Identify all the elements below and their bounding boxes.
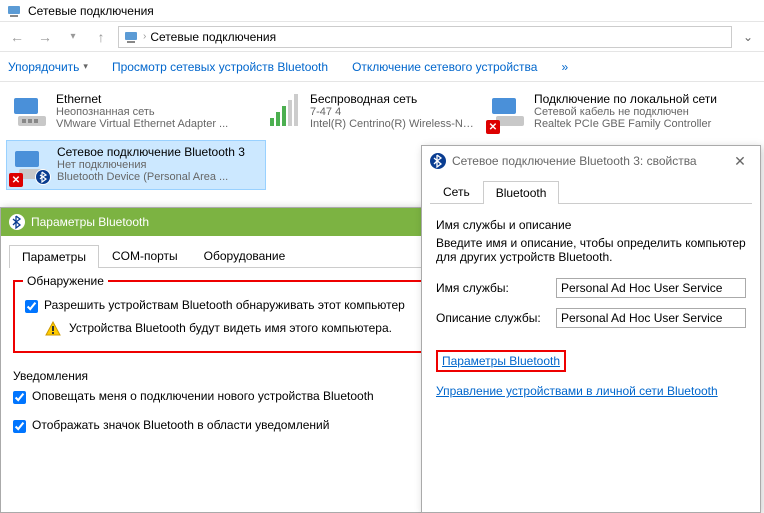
checkbox-label: Отображать значок Bluetooth в области ув… (32, 418, 329, 432)
ethernet-icon (10, 92, 50, 132)
bluetooth-settings-dialog: Параметры Bluetooth ✕ Параметры COM-порт… (0, 207, 469, 513)
chevron-down-icon: ▾ (83, 61, 88, 72)
warning-row: Устройства Bluetooth будут видеть имя эт… (45, 321, 444, 337)
back-button[interactable]: ← (6, 26, 28, 48)
window-titlebar: Сетевые подключения (0, 0, 764, 22)
manage-pan-devices-link[interactable]: Управление устройствами в личной сети Bl… (436, 384, 718, 398)
connection-bluetooth[interactable]: ✕ Сетевое подключение Bluetooth 3 Нет по… (6, 140, 266, 190)
checkbox-input[interactable] (13, 420, 26, 433)
service-name-label: Имя службы: (436, 281, 556, 295)
connection-status: Сетевой кабель не подключен (534, 106, 720, 118)
tab-content: Обнаружение Разрешить устройствам Blueto… (1, 268, 468, 467)
service-desc-row: Описание службы: (436, 308, 746, 328)
checkbox-label: Оповещать меня о подключении нового устр… (32, 389, 374, 403)
connection-status: Неопознанная сеть (56, 106, 252, 118)
forward-button[interactable]: → (34, 26, 56, 48)
service-name-row: Имя службы: (436, 278, 746, 298)
breadcrumb-item[interactable]: Сетевые подключения (150, 30, 276, 44)
connection-ethernet[interactable]: Ethernet Неопознанная сеть VMware Virtua… (6, 88, 256, 136)
breadcrumb[interactable]: › Сетевые подключения (118, 26, 732, 48)
connection-device: Bluetooth Device (Personal Area ... (57, 171, 261, 183)
checkbox-input[interactable] (25, 300, 38, 313)
service-desc-input[interactable] (556, 308, 746, 328)
bluetooth-icon (9, 214, 25, 230)
section-heading: Имя службы и описание (436, 218, 746, 232)
up-button[interactable]: ↑ (90, 26, 112, 48)
section-description: Введите имя и описание, чтобы определить… (436, 236, 746, 264)
chevron-right-icon: › (143, 31, 146, 42)
checkbox-label: Разрешить устройствам Bluetooth обнаружи… (44, 298, 405, 312)
notifications-group: Уведомления Оповещать меня о подключении… (13, 365, 456, 443)
bluetooth-badge-icon (35, 169, 51, 185)
group-title: Уведомления (13, 369, 456, 383)
tab-bluetooth[interactable]: Bluetooth (483, 181, 560, 204)
bluetooth-icon (430, 153, 446, 169)
connection-device: Intel(R) Centrino(R) Wireless-N 130 (310, 118, 476, 130)
service-desc-label: Описание службы: (436, 311, 556, 325)
tab-hardware[interactable]: Оборудование (191, 244, 299, 267)
tab-network[interactable]: Сеть (430, 180, 483, 203)
breadcrumb-dropdown[interactable]: ⌄ (738, 30, 758, 44)
bluetooth-connection-icon: ✕ (11, 145, 51, 185)
connection-wifi[interactable]: Беспроводная сеть 7-47 4 Intel(R) Centri… (260, 88, 480, 136)
warning-text: Устройства Bluetooth будут видеть имя эт… (69, 321, 392, 337)
network-icon (123, 29, 139, 45)
connection-name: Подключение по локальной сети (534, 92, 720, 106)
connection-name: Ethernet (56, 92, 252, 106)
ethernet-icon: ✕ (488, 92, 528, 132)
dialog-titlebar: Параметры Bluetooth ✕ (1, 208, 468, 236)
network-icon (6, 3, 22, 19)
connection-name: Беспроводная сеть (310, 92, 476, 106)
checkbox-input[interactable] (13, 391, 26, 404)
nav-bar: ← → ▾ ↑ › Сетевые подключения ⌄ (0, 22, 764, 52)
discovery-group: Обнаружение Разрешить устройствам Blueto… (13, 280, 456, 353)
wifi-icon (264, 92, 304, 132)
tab-parameters[interactable]: Параметры (9, 245, 99, 268)
connection-lan[interactable]: ✕ Подключение по локальной сети Сетевой … (484, 88, 724, 136)
view-bt-devices-button[interactable]: Просмотр сетевых устройств Bluetooth (112, 60, 328, 74)
allow-discovery-checkbox[interactable]: Разрешить устройствам Bluetooth обнаружи… (25, 298, 444, 313)
command-bar: Упорядочить ▾ Просмотр сетевых устройств… (0, 52, 764, 82)
organize-label: Упорядочить (8, 60, 79, 74)
more-commands-button[interactable]: » (561, 60, 568, 74)
connection-name: Сетевое подключение Bluetooth 3 (57, 145, 261, 159)
organize-button[interactable]: Упорядочить ▾ (8, 60, 88, 74)
connection-status: Нет подключения (57, 159, 261, 171)
close-button[interactable]: ✕ (728, 153, 752, 170)
bluetooth-settings-link[interactable]: Параметры Bluetooth (436, 350, 566, 372)
show-tray-icon-checkbox[interactable]: Отображать значок Bluetooth в области ув… (13, 418, 456, 433)
tab-strip: Параметры COM-порты Оборудование (9, 244, 460, 268)
warning-icon (45, 321, 61, 337)
disconnected-icon: ✕ (486, 120, 500, 134)
connection-properties-dialog: Сетевое подключение Bluetooth 3: свойств… (421, 145, 761, 513)
disconnected-icon: ✕ (9, 173, 23, 187)
tab-strip: Сеть Bluetooth (430, 180, 752, 204)
service-name-input[interactable] (556, 278, 746, 298)
notify-new-device-checkbox[interactable]: Оповещать меня о подключении нового устр… (13, 389, 456, 404)
connection-status: 7-47 4 (310, 106, 476, 118)
dialog-titlebar: Сетевое подключение Bluetooth 3: свойств… (422, 146, 760, 176)
tab-com-ports[interactable]: COM-порты (99, 244, 191, 267)
disable-device-button[interactable]: Отключение сетевого устройства (352, 60, 537, 74)
window-title: Сетевые подключения (28, 4, 154, 18)
group-title: Обнаружение (23, 274, 108, 288)
recent-button[interactable]: ▾ (62, 26, 84, 48)
connection-device: Realtek PCIe GBE Family Controller (534, 118, 720, 130)
connection-device: VMware Virtual Ethernet Adapter ... (56, 118, 252, 130)
tab-content: Имя службы и описание Введите имя и опис… (422, 204, 760, 412)
dialog-title: Сетевое подключение Bluetooth 3: свойств… (452, 154, 728, 168)
dialog-title: Параметры Bluetooth (31, 215, 149, 229)
